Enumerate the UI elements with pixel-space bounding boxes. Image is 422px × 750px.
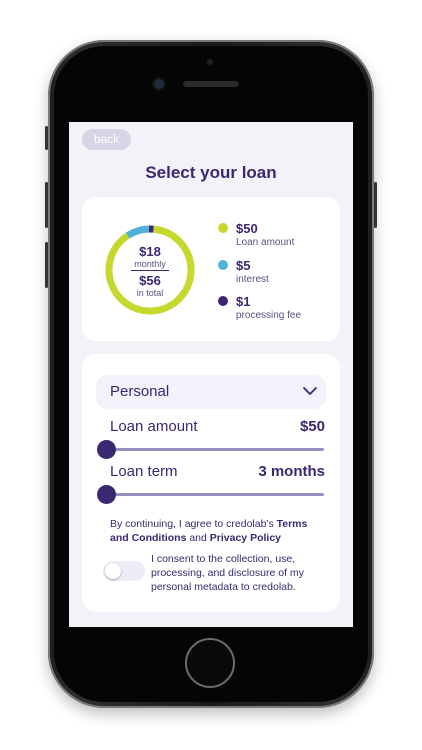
legend-processing-fee-value: $1: [236, 294, 251, 309]
loan-type-select[interactable]: Personal: [96, 375, 326, 409]
total-label: in total: [136, 288, 164, 298]
loan-form-card: Personal Loan amount $50 Loan term 3 mon…: [82, 354, 340, 612]
app-screen: back Select your loan $18 monthly $56 in…: [69, 122, 353, 627]
loan-amount-slider[interactable]: [97, 440, 324, 460]
loan-term-slider-track: [106, 493, 324, 496]
terms-and: and: [186, 532, 210, 544]
total-amount: $56: [139, 273, 161, 288]
loan-term-value: 3 months: [258, 463, 325, 480]
back-button[interactable]: back: [82, 129, 131, 150]
terms-notice: By continuing, I agree to credolab's Ter…: [110, 517, 328, 545]
earpiece-speaker: [183, 81, 239, 87]
loan-amount-value: $50: [299, 418, 325, 435]
front-camera: [154, 79, 164, 89]
metadata-consent-text: I consent to the collection, use, proces…: [151, 553, 304, 593]
loan-term-label: Loan term: [110, 463, 178, 480]
metadata-consent-toggle[interactable]: [103, 561, 145, 581]
loan-amount-dot-icon: [218, 223, 228, 233]
donut-center: $18 monthly $56 in total: [104, 224, 196, 316]
legend-loan-amount-label: Loan amount: [236, 237, 295, 248]
monthly-label: monthly: [134, 259, 166, 269]
loan-amount-slider-thumb[interactable]: [97, 440, 116, 459]
loan-term-slider[interactable]: [97, 485, 324, 505]
loan-summary-card: $18 monthly $56 in total $50 Loan amount…: [82, 197, 340, 341]
legend-loan-amount-value: $50: [236, 221, 258, 236]
privacy-policy-link[interactable]: Privacy Policy: [210, 532, 281, 544]
monthly-amount: $18: [139, 244, 161, 259]
page-title: Select your loan: [145, 163, 277, 182]
legend-interest-value: $5: [236, 258, 251, 273]
terms-prefix: By continuing, I agree to credolab's: [110, 518, 277, 530]
legend-interest-label: interest: [236, 274, 269, 285]
donut-divider: [131, 270, 169, 271]
interest-dot-icon: [218, 260, 228, 270]
home-button[interactable]: [185, 638, 235, 688]
loan-type-value: Personal: [110, 383, 170, 400]
loan-amount-slider-track: [106, 448, 324, 451]
chevron-down-icon: [303, 387, 317, 395]
power-button: [374, 182, 377, 228]
loan-term-slider-thumb[interactable]: [97, 485, 116, 504]
processing-fee-dot-icon: [218, 296, 228, 306]
legend-processing-fee-label: processing fee: [236, 310, 302, 321]
proximity-sensor: [207, 59, 213, 65]
toggle-knob: [105, 563, 121, 579]
loan-amount-label: Loan amount: [110, 418, 198, 435]
